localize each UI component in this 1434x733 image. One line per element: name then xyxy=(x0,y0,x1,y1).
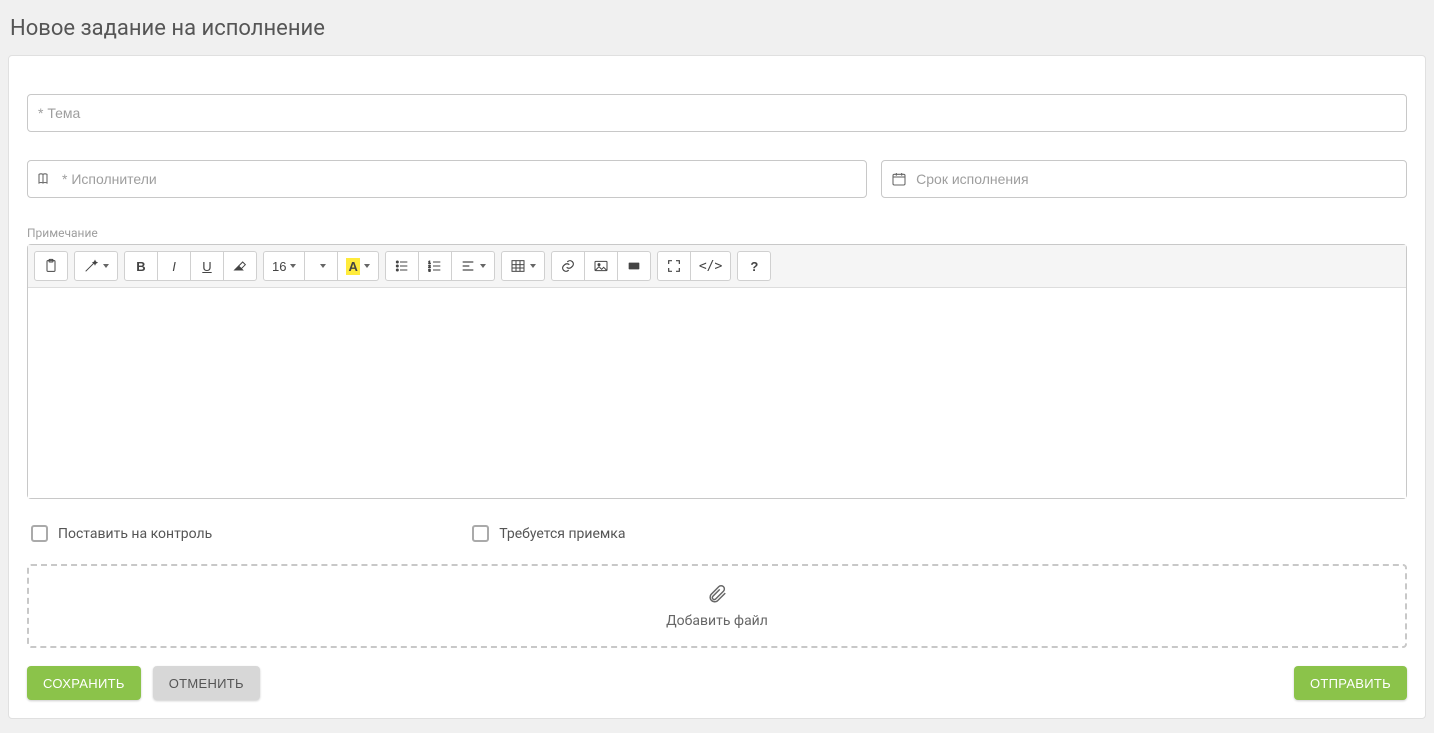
svg-text:3: 3 xyxy=(428,267,431,272)
page-title: Новое задание на исполнение xyxy=(10,16,1424,41)
chevron-down-icon xyxy=(364,264,370,268)
text-color-icon[interactable]: A xyxy=(337,251,378,281)
cancel-button[interactable]: Отменить xyxy=(153,666,260,700)
deadline-input[interactable] xyxy=(916,161,1406,197)
form-card: Примечание B I U xyxy=(8,55,1426,719)
chevron-down-icon xyxy=(103,264,109,268)
chevron-down-icon xyxy=(530,264,536,268)
link-icon[interactable] xyxy=(551,251,585,281)
deadline-field-wrap xyxy=(881,160,1407,198)
subject-input[interactable] xyxy=(28,95,1406,131)
checkbox-icon[interactable] xyxy=(31,525,48,542)
acceptance-checkbox-wrap[interactable]: Требуется приемка xyxy=(472,525,625,542)
code-view-icon[interactable]: </> xyxy=(690,251,731,281)
book-icon xyxy=(28,171,62,187)
help-icon[interactable]: ? xyxy=(737,251,771,281)
unordered-list-icon[interactable] xyxy=(385,251,419,281)
fullscreen-icon[interactable] xyxy=(657,251,691,281)
file-dropzone[interactable]: Добавить файл xyxy=(27,564,1407,648)
paste-icon[interactable] xyxy=(34,251,68,281)
save-button[interactable]: Сохранить xyxy=(27,666,141,700)
video-icon[interactable] xyxy=(617,251,651,281)
align-icon[interactable] xyxy=(451,251,495,281)
eraser-icon[interactable] xyxy=(223,251,257,281)
dropzone-label: Добавить файл xyxy=(666,613,768,629)
ordered-list-icon[interactable]: 123 xyxy=(418,251,452,281)
bold-icon[interactable]: B xyxy=(124,251,158,281)
assignees-input[interactable] xyxy=(62,161,866,197)
note-textarea[interactable] xyxy=(28,288,1406,498)
note-editor: B I U 16 A xyxy=(27,244,1407,499)
calendar-icon xyxy=(882,171,916,187)
control-checkbox-label: Поставить на контроль xyxy=(58,526,212,542)
chevron-down-icon xyxy=(320,264,326,268)
assignees-field-wrap xyxy=(27,160,867,198)
editor-toolbar: B I U 16 A xyxy=(28,245,1406,288)
acceptance-checkbox-label: Требуется приемка xyxy=(499,526,625,542)
subject-field-wrap xyxy=(27,94,1407,132)
checkbox-icon[interactable] xyxy=(472,525,489,542)
italic-icon[interactable]: I xyxy=(157,251,191,281)
note-label: Примечание xyxy=(27,226,1407,240)
underline-icon[interactable]: U xyxy=(190,251,224,281)
table-icon[interactable] xyxy=(501,251,545,281)
control-checkbox-wrap[interactable]: Поставить на контроль xyxy=(31,525,212,542)
send-button[interactable]: Отправить xyxy=(1294,666,1407,700)
paperclip-icon xyxy=(706,583,728,609)
magic-wand-icon[interactable] xyxy=(74,251,118,281)
font-size-select[interactable]: 16 xyxy=(263,251,305,281)
chevron-down-icon xyxy=(290,264,296,268)
image-icon[interactable] xyxy=(584,251,618,281)
chevron-down-icon xyxy=(480,264,486,268)
style-select[interactable] xyxy=(304,251,338,281)
